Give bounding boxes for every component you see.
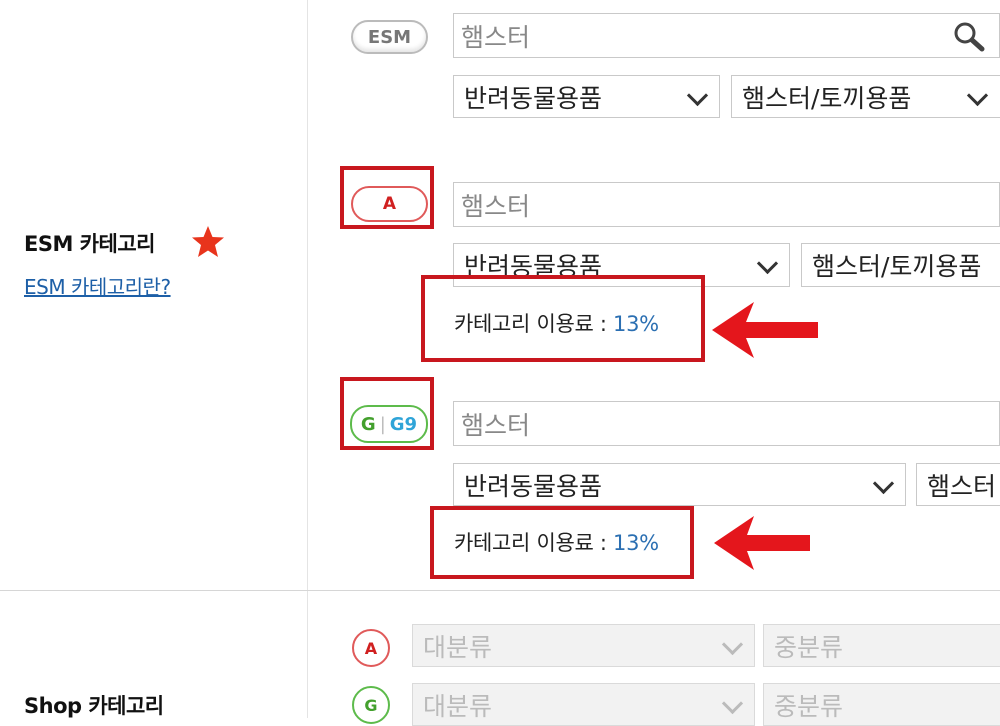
esm-select-2-value: 햄스터/토끼용품 bbox=[742, 83, 912, 113]
star-icon bbox=[192, 226, 224, 257]
fee-value: 13% bbox=[613, 312, 659, 336]
auction-category-fee: 카테고리 이용료 : 13% bbox=[454, 308, 659, 338]
auction-category-select-2[interactable]: 햄스터/토끼용품 bbox=[801, 243, 1000, 287]
shop-gmarket-middle-value: 중분류 bbox=[774, 691, 844, 721]
gmarket-badge: G | G9 bbox=[350, 405, 428, 443]
auction-search-value: 햄스터 bbox=[461, 191, 531, 221]
auction-select-2-value: 햄스터/토끼용품 bbox=[812, 252, 982, 281]
gmarket-search-input[interactable]: 햄스터 bbox=[453, 401, 1000, 446]
shop-auction-middle-value: 중분류 bbox=[774, 632, 844, 662]
chevron-down-icon bbox=[686, 84, 709, 106]
esm-category-select-1[interactable]: 반려동물용품 bbox=[453, 75, 720, 118]
esm-search-value: 햄스터 bbox=[461, 22, 531, 52]
shop-gmarket-major-select[interactable]: 대분류 bbox=[412, 683, 755, 726]
shop-gmarket-major-value: 대분류 bbox=[423, 691, 493, 721]
gmarket-category-fee: 카테고리 이용료 : 13% bbox=[454, 527, 659, 557]
esm-badge: ESM bbox=[351, 20, 428, 54]
auction-badge: A bbox=[351, 186, 428, 222]
esm-category-label: ESM 카테고리 bbox=[24, 232, 155, 256]
esm-search-input[interactable]: 햄스터 bbox=[453, 13, 1000, 58]
shop-auction-middle-select[interactable]: 중분류 bbox=[763, 624, 1000, 667]
gmarket-badge-g9: G9 bbox=[389, 413, 418, 435]
gmarket-search-value: 햄스터 bbox=[461, 410, 531, 440]
shop-auction-badge: A bbox=[352, 629, 390, 667]
arrow-left-icon bbox=[714, 516, 810, 570]
chevron-down-icon bbox=[721, 692, 744, 714]
esm-category-help-link[interactable]: ESM 카테고리란? bbox=[24, 271, 171, 300]
arrow-left-icon bbox=[712, 302, 818, 358]
shop-category-label: Shop 카테고리 bbox=[24, 694, 164, 718]
fee-value: 13% bbox=[613, 531, 659, 555]
gmarket-category-select-2[interactable]: 햄스터 bbox=[916, 463, 1000, 506]
gmarket-select-2-value: 햄스터 bbox=[927, 471, 997, 501]
column-divider bbox=[307, 0, 308, 718]
chevron-down-icon bbox=[966, 84, 989, 106]
fee-label: 카테고리 이용료 : bbox=[454, 531, 614, 555]
chevron-down-icon bbox=[756, 252, 779, 275]
shop-auction-major-select[interactable]: 대분류 bbox=[412, 624, 755, 667]
fee-label: 카테고리 이용료 : bbox=[454, 312, 614, 336]
search-icon[interactable] bbox=[952, 20, 986, 52]
shop-auction-major-value: 대분류 bbox=[423, 632, 493, 662]
gmarket-select-1-value: 반려동물용품 bbox=[464, 471, 603, 501]
shop-gmarket-middle-select[interactable]: 중분류 bbox=[763, 683, 1000, 726]
auction-search-input[interactable]: 햄스터 bbox=[453, 182, 1000, 227]
gmarket-badge-g: G bbox=[360, 413, 376, 435]
gmarket-category-select-1[interactable]: 반려동물용품 bbox=[453, 463, 906, 506]
esm-select-1-value: 반려동물용품 bbox=[464, 83, 603, 113]
esm-category-select-2[interactable]: 햄스터/토끼용품 bbox=[731, 75, 1000, 118]
chevron-down-icon bbox=[872, 472, 895, 494]
shop-gmarket-badge: G bbox=[352, 686, 390, 724]
chevron-down-icon bbox=[721, 633, 744, 655]
section-divider bbox=[0, 590, 1000, 591]
